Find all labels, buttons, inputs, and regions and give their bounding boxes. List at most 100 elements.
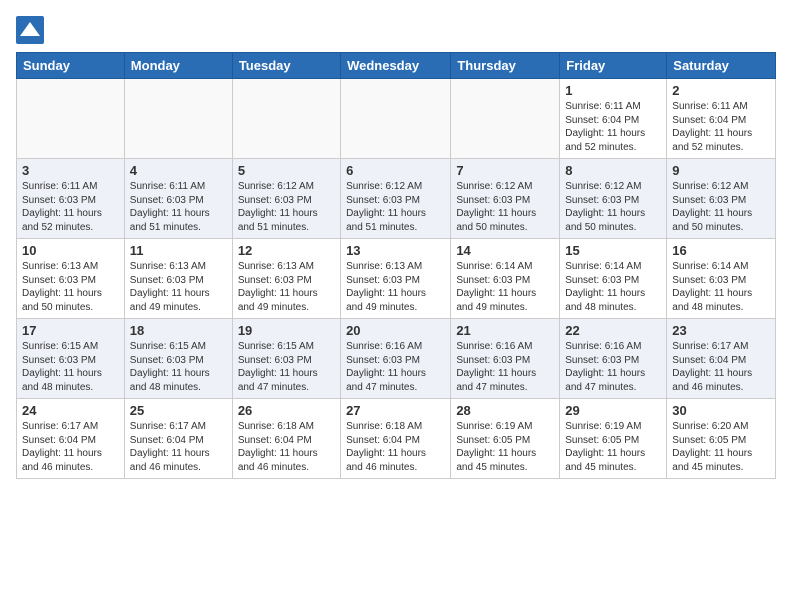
calendar-header-tuesday: Tuesday (232, 53, 340, 79)
day-number: 1 (565, 83, 661, 98)
calendar-cell: 1 Sunrise: 6:11 AM Sunset: 6:04 PM Daylig… (560, 79, 667, 159)
calendar-cell: 8 Sunrise: 6:12 AM Sunset: 6:03 PM Daylig… (560, 159, 667, 239)
day-number: 13 (346, 243, 445, 258)
cell-content: Sunrise: 6:19 AM Sunset: 6:05 PM Dayligh… (565, 420, 661, 474)
day-number: 4 (130, 163, 227, 178)
calendar-cell: 16Sunrise: 6:14 AM Sunset: 6:03 PM Dayli… (667, 239, 776, 319)
cell-content: Sunrise: 6:16 AM Sunset: 6:03 PM Dayligh… (565, 340, 661, 394)
day-number: 27 (346, 403, 445, 418)
cell-content: Sunrise: 6:18 AM Sunset: 6:04 PM Dayligh… (346, 420, 445, 474)
day-number: 21 (456, 323, 554, 338)
day-number: 19 (238, 323, 335, 338)
calendar-header-monday: Monday (124, 53, 232, 79)
day-number: 20 (346, 323, 445, 338)
calendar-cell: 30 Sunrise: 6:20 AM Sunset: 6:05 PM Dayli… (667, 399, 776, 479)
calendar-week-row: 3 Sunrise: 6:11 AM Sunset: 6:03 PM Daylig… (17, 159, 776, 239)
calendar-cell: 15 Sunrise: 6:14 AM Sunset: 6:03 PM Dayli… (560, 239, 667, 319)
calendar-cell: 6 Sunrise: 6:12 AM Sunset: 6:03 PM Daylig… (341, 159, 451, 239)
cell-content: Sunrise: 6:15 AM Sunset: 6:03 PM Dayligh… (130, 340, 227, 394)
calendar-cell (451, 79, 560, 159)
cell-content: Sunrise: 6:16 AM Sunset: 6:03 PM Dayligh… (456, 340, 554, 394)
page-header (16, 16, 776, 44)
calendar-cell: 13 Sunrise: 6:13 AM Sunset: 6:03 PM Dayli… (341, 239, 451, 319)
cell-content: Sunrise: 6:16 AM Sunset: 6:03 PM Dayligh… (346, 340, 445, 394)
cell-content: Sunrise: 6:15 AM Sunset: 6:03 PM Dayligh… (238, 340, 335, 394)
cell-content: Sunrise: 6:11 AM Sunset: 6:03 PM Dayligh… (130, 180, 227, 234)
calendar-cell: 10 Sunrise: 6:13 AM Sunset: 6:03 PM Dayli… (17, 239, 125, 319)
cell-content: Sunrise: 6:11 AM Sunset: 6:04 PM Dayligh… (672, 100, 770, 154)
calendar-cell (124, 79, 232, 159)
calendar-cell: 22 Sunrise: 6:16 AM Sunset: 6:03 PM Dayli… (560, 319, 667, 399)
cell-content: Sunrise: 6:20 AM Sunset: 6:05 PM Dayligh… (672, 420, 770, 474)
calendar-week-row: 17Sunrise: 6:15 AM Sunset: 6:03 PM Dayli… (17, 319, 776, 399)
calendar-cell: 26 Sunrise: 6:18 AM Sunset: 6:04 PM Dayli… (232, 399, 340, 479)
cell-content: Sunrise: 6:13 AM Sunset: 6:03 PM Dayligh… (346, 260, 445, 314)
calendar-header-friday: Friday (560, 53, 667, 79)
day-number: 30 (672, 403, 770, 418)
calendar-header-sunday: Sunday (17, 53, 125, 79)
calendar-cell: 11 Sunrise: 6:13 AM Sunset: 6:03 PM Dayli… (124, 239, 232, 319)
cell-content: Sunrise: 6:12 AM Sunset: 6:03 PM Dayligh… (565, 180, 661, 234)
calendar-cell: 23 Sunrise: 6:17 AM Sunset: 6:04 PM Dayli… (667, 319, 776, 399)
calendar-header-wednesday: Wednesday (341, 53, 451, 79)
day-number: 3 (22, 163, 119, 178)
calendar-cell: 29 Sunrise: 6:19 AM Sunset: 6:05 PM Dayli… (560, 399, 667, 479)
calendar-week-row: 24 Sunrise: 6:17 AM Sunset: 6:04 PM Dayli… (17, 399, 776, 479)
cell-content: Sunrise: 6:12 AM Sunset: 6:03 PM Dayligh… (238, 180, 335, 234)
cell-content: Sunrise: 6:12 AM Sunset: 6:03 PM Dayligh… (672, 180, 770, 234)
day-number: 18 (130, 323, 227, 338)
day-number: 24 (22, 403, 119, 418)
calendar-header-row: SundayMondayTuesdayWednesdayThursdayFrid… (17, 53, 776, 79)
cell-content: Sunrise: 6:18 AM Sunset: 6:04 PM Dayligh… (238, 420, 335, 474)
day-number: 7 (456, 163, 554, 178)
calendar-cell: 2 Sunrise: 6:11 AM Sunset: 6:04 PM Daylig… (667, 79, 776, 159)
cell-content: Sunrise: 6:13 AM Sunset: 6:03 PM Dayligh… (238, 260, 335, 314)
cell-content: Sunrise: 6:13 AM Sunset: 6:03 PM Dayligh… (22, 260, 119, 314)
calendar-cell (232, 79, 340, 159)
calendar-cell: 17Sunrise: 6:15 AM Sunset: 6:03 PM Dayli… (17, 319, 125, 399)
day-number: 11 (130, 243, 227, 258)
cell-content: Sunrise: 6:14 AM Sunset: 6:03 PM Dayligh… (672, 260, 770, 314)
calendar-cell: 12 Sunrise: 6:13 AM Sunset: 6:03 PM Dayli… (232, 239, 340, 319)
day-number: 10 (22, 243, 119, 258)
cell-content: Sunrise: 6:19 AM Sunset: 6:05 PM Dayligh… (456, 420, 554, 474)
cell-content: Sunrise: 6:17 AM Sunset: 6:04 PM Dayligh… (672, 340, 770, 394)
calendar-cell: 9 Sunrise: 6:12 AM Sunset: 6:03 PM Daylig… (667, 159, 776, 239)
logo (16, 16, 48, 44)
calendar-cell: 24 Sunrise: 6:17 AM Sunset: 6:04 PM Dayli… (17, 399, 125, 479)
day-number: 12 (238, 243, 335, 258)
cell-content: Sunrise: 6:13 AM Sunset: 6:03 PM Dayligh… (130, 260, 227, 314)
calendar-cell: 28Sunrise: 6:19 AM Sunset: 6:05 PM Dayli… (451, 399, 560, 479)
logo-icon (16, 16, 44, 44)
day-number: 29 (565, 403, 661, 418)
cell-content: Sunrise: 6:11 AM Sunset: 6:03 PM Dayligh… (22, 180, 119, 234)
calendar-cell: 14Sunrise: 6:14 AM Sunset: 6:03 PM Dayli… (451, 239, 560, 319)
calendar-cell: 25 Sunrise: 6:17 AM Sunset: 6:04 PM Dayli… (124, 399, 232, 479)
day-number: 15 (565, 243, 661, 258)
calendar-cell: 20 Sunrise: 6:16 AM Sunset: 6:03 PM Dayli… (341, 319, 451, 399)
day-number: 5 (238, 163, 335, 178)
calendar-cell (17, 79, 125, 159)
cell-content: Sunrise: 6:12 AM Sunset: 6:03 PM Dayligh… (456, 180, 554, 234)
day-number: 26 (238, 403, 335, 418)
day-number: 9 (672, 163, 770, 178)
cell-content: Sunrise: 6:14 AM Sunset: 6:03 PM Dayligh… (565, 260, 661, 314)
cell-content: Sunrise: 6:11 AM Sunset: 6:04 PM Dayligh… (565, 100, 661, 154)
calendar-cell: 27 Sunrise: 6:18 AM Sunset: 6:04 PM Dayli… (341, 399, 451, 479)
cell-content: Sunrise: 6:17 AM Sunset: 6:04 PM Dayligh… (22, 420, 119, 474)
calendar-week-row: 10 Sunrise: 6:13 AM Sunset: 6:03 PM Dayli… (17, 239, 776, 319)
calendar-header-saturday: Saturday (667, 53, 776, 79)
calendar-header-thursday: Thursday (451, 53, 560, 79)
day-number: 8 (565, 163, 661, 178)
day-number: 25 (130, 403, 227, 418)
calendar-cell: 7 Sunrise: 6:12 AM Sunset: 6:03 PM Daylig… (451, 159, 560, 239)
cell-content: Sunrise: 6:14 AM Sunset: 6:03 PM Dayligh… (456, 260, 554, 314)
day-number: 22 (565, 323, 661, 338)
day-number: 23 (672, 323, 770, 338)
day-number: 6 (346, 163, 445, 178)
calendar-cell: 4 Sunrise: 6:11 AM Sunset: 6:03 PM Daylig… (124, 159, 232, 239)
cell-content: Sunrise: 6:17 AM Sunset: 6:04 PM Dayligh… (130, 420, 227, 474)
calendar-week-row: 1 Sunrise: 6:11 AM Sunset: 6:04 PM Daylig… (17, 79, 776, 159)
day-number: 2 (672, 83, 770, 98)
cell-content: Sunrise: 6:12 AM Sunset: 6:03 PM Dayligh… (346, 180, 445, 234)
